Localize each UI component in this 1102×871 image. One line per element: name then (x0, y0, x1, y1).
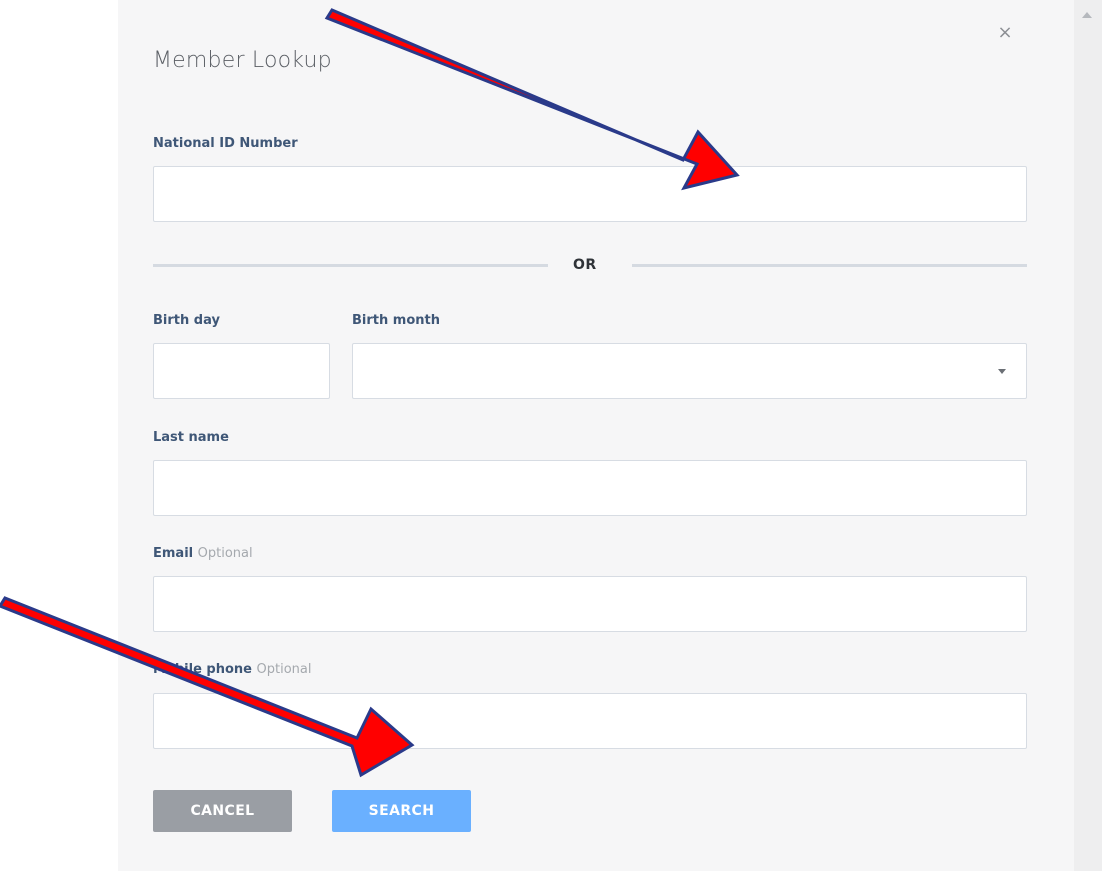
or-separator: OR (573, 257, 597, 273)
email-label: Email Optional (153, 546, 253, 561)
birth-month-select[interactable] (352, 343, 1027, 399)
email-input[interactable] (153, 576, 1027, 632)
birth-day-input[interactable] (153, 343, 330, 399)
last-name-input[interactable] (153, 460, 1027, 516)
last-name-label: Last name (153, 430, 229, 445)
national-id-input[interactable] (153, 166, 1027, 222)
scrollbar[interactable] (1074, 0, 1102, 871)
close-icon[interactable]: × (994, 22, 1016, 44)
chevron-down-icon (998, 369, 1006, 374)
mobile-phone-label: Mobile phone Optional (153, 662, 312, 677)
mobile-phone-label-text: Mobile phone (153, 662, 252, 677)
mobile-phone-optional-hint: Optional (256, 662, 312, 677)
email-label-text: Email (153, 546, 194, 561)
email-optional-hint: Optional (197, 546, 253, 561)
scroll-up-icon[interactable] (1082, 12, 1092, 18)
screen: × Member Lookup National ID Number OR Bi… (0, 0, 1102, 871)
national-id-label: National ID Number (153, 136, 298, 151)
mobile-phone-input[interactable] (153, 693, 1027, 749)
divider-line-right (632, 264, 1027, 267)
birth-day-label: Birth day (153, 313, 220, 328)
birth-month-label: Birth month (352, 313, 440, 328)
cancel-button[interactable]: CANCEL (153, 790, 292, 832)
divider-line-left (153, 264, 548, 267)
search-button[interactable]: SEARCH (332, 790, 471, 832)
dialog-title: Member Lookup (153, 48, 332, 73)
